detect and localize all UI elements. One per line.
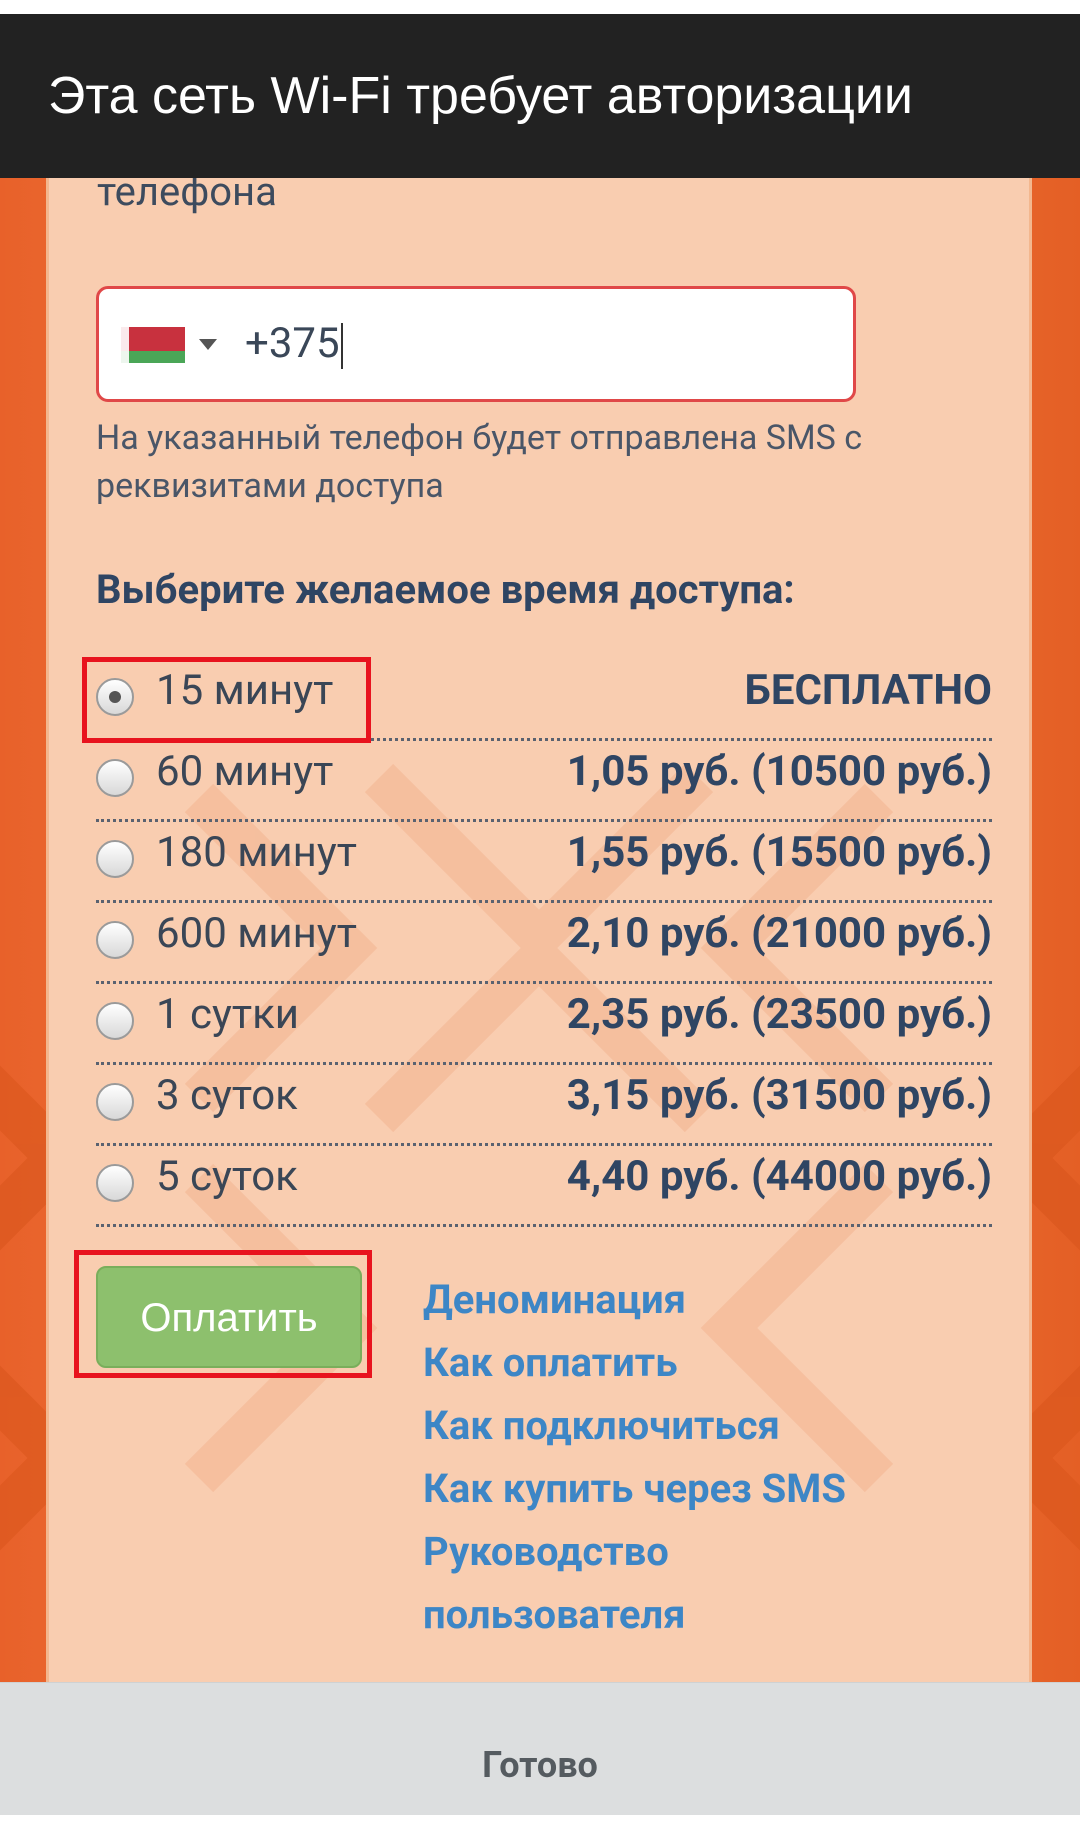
option-row-60-min[interactable]: 60 минут 1,05 руб. (10500 руб.)	[96, 739, 992, 822]
option-price: 1,05 руб. (10500 руб.)	[566, 747, 992, 796]
option-label[interactable]: 180 минут	[156, 828, 357, 877]
option-row-600-min[interactable]: 600 минут 2,10 руб. (21000 руб.)	[96, 901, 992, 984]
text-cursor	[340, 322, 343, 369]
status-bar	[0, 0, 1080, 14]
link-how-to-connect[interactable]: Как подключиться	[423, 1394, 846, 1457]
header-title: Эта сеть Wi-Fi требует авторизации	[48, 67, 913, 125]
link-buy-via-sms[interactable]: Как купить через SMS	[423, 1457, 846, 1520]
option-price: 2,35 руб. (23500 руб.)	[566, 990, 992, 1039]
option-row-3-days[interactable]: 3 суток 3,15 руб. (31500 руб.)	[96, 1063, 992, 1146]
phone-input[interactable]: +375	[96, 286, 856, 402]
link-how-to-pay[interactable]: Как оплатить	[423, 1331, 846, 1394]
radio-60-min[interactable]	[96, 759, 134, 797]
belarus-flag-icon[interactable]	[121, 327, 185, 363]
option-label[interactable]: 1 сутки	[156, 990, 299, 1039]
help-links: Деноминация Как оплатить Как подключитьс…	[423, 1268, 846, 1646]
option-price: 2,10 руб. (21000 руб.)	[566, 909, 992, 958]
radio-1-day[interactable]	[96, 1002, 134, 1040]
radio-5-days[interactable]	[96, 1164, 134, 1202]
option-row-180-min[interactable]: 180 минут 1,55 руб. (15500 руб.)	[96, 820, 992, 903]
country-dropdown-caret-icon[interactable]	[199, 339, 217, 350]
link-user-guide[interactable]: Руководство	[423, 1520, 846, 1583]
portal-webview[interactable]: телефона +375 На указанный телефон будет…	[0, 178, 1080, 1682]
option-label[interactable]: 5 суток	[156, 1152, 298, 1201]
phone-input-value[interactable]: +375	[245, 319, 343, 369]
phone-section-label: телефона	[97, 178, 277, 215]
option-price: 4,40 руб. (44000 руб.)	[566, 1152, 992, 1201]
radio-3-days[interactable]	[96, 1083, 134, 1121]
link-user-guide-cont[interactable]: пользователя	[423, 1583, 846, 1646]
done-button[interactable]: Готово	[0, 1683, 1080, 1815]
portal-card: телефона +375 На указанный телефон будет…	[46, 178, 1032, 1682]
option-price: 3,15 руб. (31500 руб.)	[566, 1071, 992, 1120]
radio-180-min[interactable]	[96, 840, 134, 878]
option-label[interactable]: 600 минут	[156, 909, 357, 958]
captive-portal-header: Эта сеть Wi-Fi требует авторизации	[0, 14, 1080, 178]
radio-600-min[interactable]	[96, 921, 134, 959]
option-price: 1,55 руб. (15500 руб.)	[566, 828, 992, 877]
option-label[interactable]: 3 суток	[156, 1071, 298, 1120]
access-time-title: Выберите желаемое время доступа:	[96, 566, 795, 613]
option-price: БЕСПЛАТНО	[744, 666, 992, 715]
option-row-5-days[interactable]: 5 суток 4,40 руб. (44000 руб.)	[96, 1144, 992, 1227]
option-label[interactable]: 60 минут	[156, 747, 333, 796]
highlight-box-pay	[74, 1250, 372, 1378]
sms-hint-text: На указанный телефон будет отправлена SM…	[96, 418, 863, 506]
link-denomination[interactable]: Деноминация	[423, 1268, 846, 1331]
highlight-box-option	[82, 657, 371, 743]
option-row-1-day[interactable]: 1 сутки 2,35 руб. (23500 руб.)	[96, 982, 992, 1065]
bottom-action-bar: Готово	[0, 1682, 1080, 1815]
